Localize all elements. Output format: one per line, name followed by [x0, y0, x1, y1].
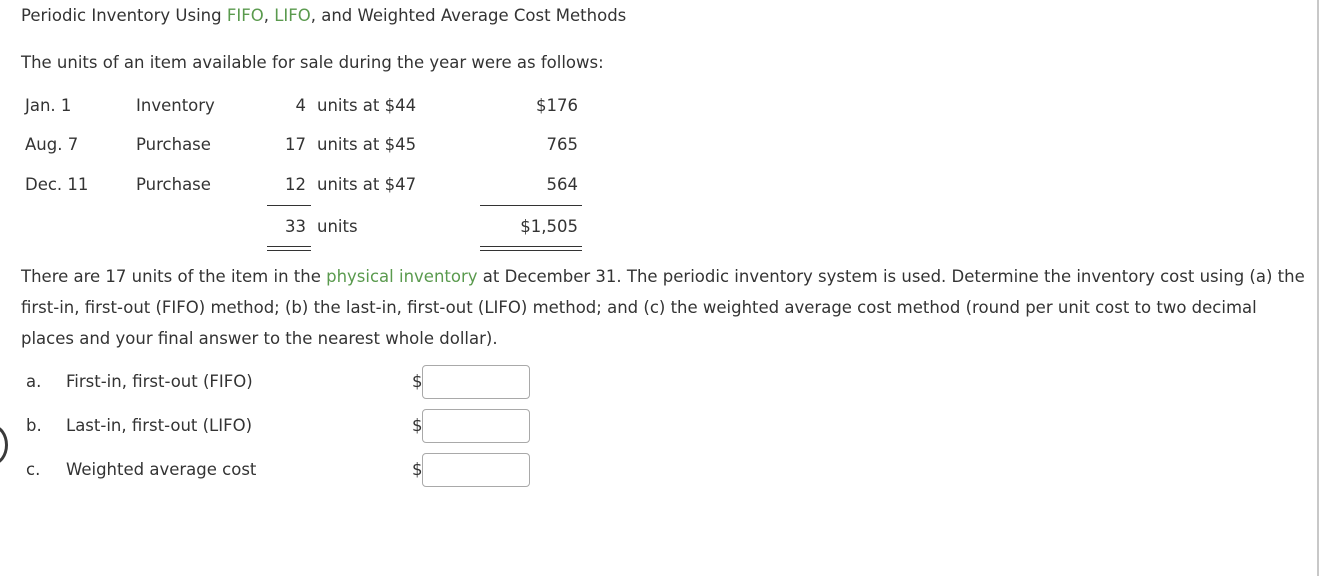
currency-symbol: $ [412, 460, 423, 479]
answer-letter: b. [26, 416, 42, 435]
row-type: Inventory [136, 96, 215, 115]
total-unit-text: units [317, 217, 358, 236]
fifo-cost-input[interactable] [422, 365, 530, 399]
lifo-term-link[interactable]: LIFO [274, 6, 311, 25]
row-type: Purchase [136, 175, 211, 194]
qty-total-double-rule [267, 246, 311, 251]
question-text: There are 17 units of the item in the ph… [21, 261, 1311, 354]
row-amount: 765 [546, 135, 579, 154]
weighted-average-cost-input[interactable] [422, 453, 530, 487]
title-suffix: , and Weighted Average Cost Methods [310, 6, 627, 25]
amount-subtotal-rule [480, 205, 582, 206]
total-qty: 33 [285, 217, 306, 236]
row-date: Aug. 7 [25, 135, 79, 154]
answer-label: Weighted average cost [66, 460, 257, 479]
physical-inventory-link[interactable]: physical inventory [326, 267, 477, 286]
intro-text: The units of an item available for sale … [21, 53, 604, 72]
answer-label: Last-in, first-out (LIFO) [66, 416, 253, 435]
row-date: Dec. 11 [25, 175, 89, 194]
row-date: Jan. 1 [25, 96, 72, 115]
qty-subtotal-rule [267, 205, 311, 206]
row-type: Purchase [136, 135, 211, 154]
answer-letter: a. [26, 372, 42, 391]
answer-label: First-in, first-out (FIFO) [66, 372, 253, 391]
content-border [1317, 0, 1319, 576]
total-amount: $1,505 [520, 217, 578, 236]
lifo-cost-input[interactable] [422, 409, 530, 443]
title-sep: , [263, 6, 275, 25]
row-amount: 564 [546, 175, 579, 194]
row-qty: 4 [295, 96, 307, 115]
row-unit-cost: units at $45 [317, 135, 417, 154]
row-unit-cost: units at $47 [317, 175, 417, 194]
page-title: Periodic Inventory Using FIFO, LIFO, and… [21, 6, 626, 25]
row-amount: $176 [536, 96, 578, 115]
row-qty: 17 [285, 135, 306, 154]
title-prefix: Periodic Inventory Using [21, 6, 227, 25]
currency-symbol: $ [412, 416, 423, 435]
currency-symbol: $ [412, 372, 423, 391]
fifo-term-link[interactable]: FIFO [227, 6, 264, 25]
row-unit-cost: units at $44 [317, 96, 417, 115]
loading-ring-icon [0, 425, 8, 465]
answer-letter: c. [26, 460, 41, 479]
row-qty: 12 [285, 175, 306, 194]
question-part1: There are 17 units of the item in the [21, 267, 327, 286]
amount-total-double-rule [480, 246, 582, 251]
